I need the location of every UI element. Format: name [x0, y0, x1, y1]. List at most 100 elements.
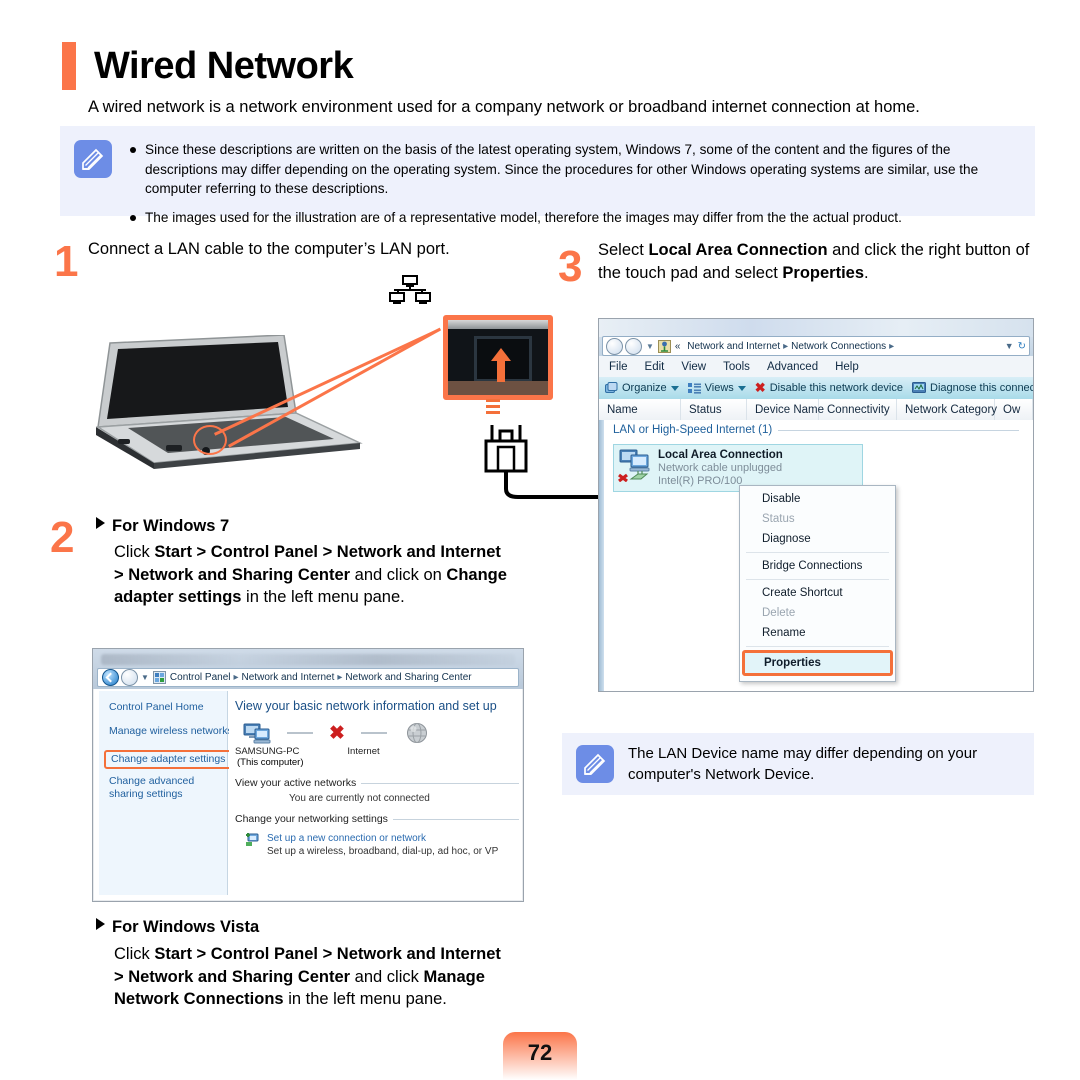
ns-internet-label: Internet [347, 746, 380, 757]
menu-file[interactable]: File [609, 361, 628, 373]
context-menu-item-disable[interactable]: Disable [740, 489, 895, 509]
back-button[interactable] [606, 337, 623, 355]
rj45-plug-icon [484, 425, 606, 499]
ns-map-labels: SAMSUNG-PC Internet [235, 746, 519, 757]
nc-address-bar[interactable]: ▼ « Network and Internet ▸ Network Connect… [602, 336, 1030, 356]
note-top-bullet-list: Since these descriptions are written on … [126, 140, 1019, 227]
connection-status: Network cable unplugged [658, 462, 783, 474]
context-menu-separator [746, 579, 889, 580]
insert-direction-dashes [486, 399, 500, 414]
ns-sidebar: Control Panel Home Manage wireless netwo… [99, 691, 233, 895]
new-connection-icon [246, 833, 259, 846]
ns-setup-row[interactable]: Set up a new connection or network Set u… [245, 833, 519, 857]
red-x-icon: ✖ [329, 722, 345, 744]
pencil-note-icon [74, 140, 112, 178]
nc-breadcrumb[interactable]: « Network and Internet ▸ Network Connectio… [675, 341, 897, 352]
context-menu-item-status: Status [762, 513, 795, 525]
column-name[interactable]: Name [599, 399, 681, 420]
menu-help[interactable]: Help [835, 361, 859, 373]
nc-toolbar[interactable]: Organize Views ✖ Disable this network de… [599, 377, 1033, 400]
ns-address-bar[interactable]: ▼ Control Panel ▸ Network and Internet ▸ Net… [97, 668, 519, 687]
step-2-number: 2 [50, 513, 75, 562]
nc-menu-bar[interactable]: File Edit View Tools Advanced Help [599, 356, 1033, 378]
lan-port-zoom-photo [443, 315, 553, 400]
context-menu[interactable]: Disable Status Diagnose Bridge Connectio… [739, 485, 896, 682]
context-menu-separator [746, 552, 889, 553]
diagnose-icon [912, 382, 926, 393]
nc-group-header: LAN or High-Speed Internet (1) [613, 424, 1033, 436]
forward-button[interactable] [625, 337, 642, 355]
lan-port-icon [389, 275, 431, 304]
context-menu-item-properties[interactable]: Properties [742, 650, 893, 676]
ns-breadcrumb[interactable]: Control Panel ▸ Network and Internet ▸ Netwo… [170, 672, 472, 683]
forward-button[interactable] [121, 669, 138, 686]
connection-name: Local Area Connection [658, 449, 783, 461]
context-menu-item-create-shortcut[interactable]: Create Shortcut [740, 583, 895, 603]
computer-icon [243, 723, 271, 744]
blurred-toolbar [101, 654, 515, 665]
sidebar-item-change-adapter-settings[interactable]: Change adapter settings [104, 750, 233, 769]
network-connections-icon [657, 339, 671, 353]
sidebar-item-manage-wireless-networks[interactable]: Manage wireless networks [109, 725, 233, 738]
ns-section-active-networks: View your active networks [235, 777, 519, 789]
network-sharing-center-screenshot: ▼ Control Panel ▸ Network and Internet ▸ Net… [92, 648, 524, 902]
sidebar-item-change-advanced-sharing-settings[interactable]: Change advanced sharing settings [109, 775, 217, 801]
column-device-name[interactable]: Device Name [747, 399, 824, 420]
note-box-top: Since these descriptions are written on … [60, 126, 1035, 225]
column-connectivity[interactable]: Connectivity [819, 399, 897, 420]
network-connections-screenshot: ▼ « Network and Internet ▸ Network Connect… [598, 318, 1034, 692]
chevron-down-icon[interactable] [737, 385, 746, 391]
menu-advanced[interactable]: Advanced [767, 361, 818, 373]
column-network-category[interactable]: Network Category [897, 399, 997, 420]
page-title-row: Wired Network [62, 42, 354, 90]
context-menu-item-bridge-connections[interactable]: Bridge Connections [740, 556, 895, 576]
triangle-bullet-icon [96, 918, 105, 930]
sidebar-item-control-panel-home[interactable]: Control Panel Home [109, 701, 227, 714]
context-menu-item-delete: Delete [762, 607, 796, 619]
ns-section-change-settings: Change your networking settings [235, 813, 519, 825]
address-dropdown-icon[interactable]: ▼ [1005, 341, 1018, 351]
ns-window-chrome: ▼ Control Panel ▸ Network and Internet ▸ Net… [93, 649, 523, 689]
note-top-body: Since these descriptions are written on … [126, 140, 1019, 225]
toolbar-disable-device[interactable]: ✖ Disable this network device [755, 380, 903, 396]
step-1-number: 1 [54, 237, 79, 286]
triangle-bullet-icon [96, 517, 105, 529]
ns-network-map: ✖ [243, 721, 519, 745]
column-owner[interactable]: Ow [995, 399, 1033, 420]
vista-body: Click Start > Control Panel > Network an… [114, 945, 501, 1008]
page-intro: A wired network is a network environment… [88, 98, 920, 116]
back-button[interactable] [102, 669, 119, 686]
toolbar-views[interactable]: Views [687, 382, 746, 394]
step-2-body: Click Start > Control Panel > Network an… [114, 543, 507, 606]
context-menu-separator [746, 646, 889, 647]
context-menu-item-diagnose[interactable]: Diagnose [740, 529, 895, 549]
note-right-text: The LAN Device name may differ depending… [628, 745, 978, 783]
ns-setup-desc: Set up a wireless, broadband, dial-up, a… [267, 846, 499, 857]
ns-setup-link[interactable]: Set up a new connection or network [267, 833, 498, 844]
nc-list-area: LAN or High-Speed Internet (1) Local Are… [599, 420, 1033, 691]
internet-globe-icon [406, 723, 427, 743]
pencil-note-icon [576, 745, 614, 783]
ns-heading: View your basic network information and … [235, 699, 497, 713]
ns-computer-label: SAMSUNG-PC [235, 746, 300, 757]
menu-edit[interactable]: Edit [645, 361, 665, 373]
nc-column-headers[interactable]: Name Status Device Name Connectivity Net… [599, 399, 1033, 421]
toolbar-organize[interactable]: Organize [605, 382, 679, 394]
ns-content: View your basic network information and … [229, 691, 519, 895]
column-status[interactable]: Status [681, 399, 747, 420]
chevron-down-icon[interactable] [670, 385, 679, 391]
menu-view[interactable]: View [681, 361, 706, 373]
title-accent-bar [62, 42, 76, 90]
toolbar-diagnose[interactable]: Diagnose this connec [912, 382, 1033, 394]
note-box-right: The LAN Device name may differ depending… [562, 733, 1034, 795]
menu-tools[interactable]: Tools [723, 361, 750, 373]
laptop-lan-illustration [88, 275, 606, 510]
step-3-text: Select Local Area Connection and click t… [598, 241, 1030, 282]
ns-active-status: You are currently not connected [289, 793, 430, 804]
context-menu-item-rename[interactable]: Rename [740, 623, 895, 643]
laptop-icon [95, 335, 363, 469]
refresh-icon[interactable]: ↻ [1018, 341, 1029, 352]
manual-page: Wired Network A wired network is a netwo… [0, 0, 1080, 1080]
vista-heading: For Windows Vista [96, 916, 516, 939]
views-icon [687, 383, 701, 394]
